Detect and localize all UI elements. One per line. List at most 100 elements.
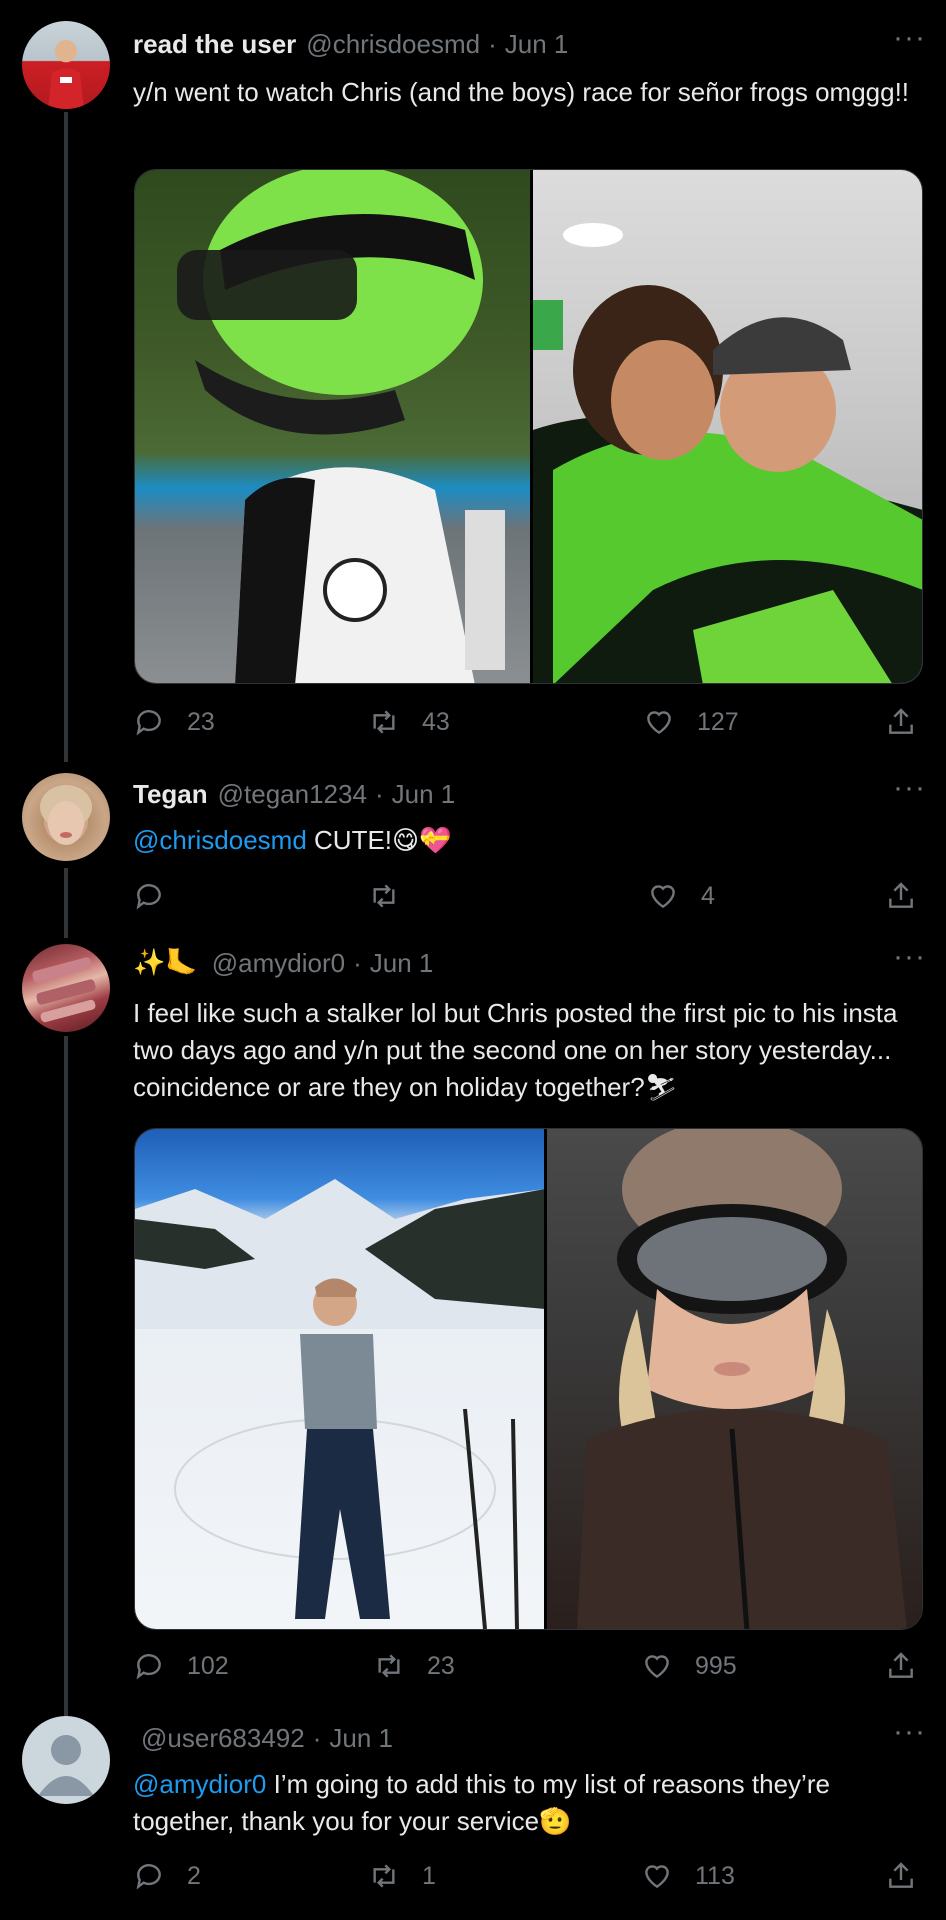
selfie-illustration — [577, 1129, 907, 1629]
like-button[interactable]: 113 — [641, 1860, 735, 1892]
retweet-count: 1 — [422, 1861, 436, 1890]
retweet-count: 43 — [422, 707, 450, 736]
share-button[interactable] — [885, 1650, 917, 1682]
tweet[interactable]: ✨🦶 @amydior0 · Jun 1 ··· I feel like suc… — [0, 940, 946, 1710]
share-button[interactable] — [885, 706, 917, 738]
tweet-header: ✨🦶 @amydior0 · Jun 1 ··· — [133, 942, 926, 981]
tweet-media[interactable] — [134, 169, 923, 684]
retweet-icon — [373, 1864, 395, 1888]
heart-icon — [645, 1655, 669, 1679]
tweet-header: @user683492 · Jun 1 ··· — [141, 1717, 926, 1756]
default-avatar-icon — [38, 1735, 94, 1796]
separator-dot: · — [353, 947, 362, 978]
ski-slope-illustration — [135, 1179, 544, 1629]
share-icon — [889, 1862, 913, 1888]
separator-dot: · — [488, 28, 497, 59]
like-count: 4 — [701, 881, 715, 910]
tweet[interactable]: read the user @chrisdoesmd · Jun 1 ··· y… — [0, 0, 946, 760]
more-options-icon[interactable]: ··· — [893, 773, 926, 803]
reply-icon — [136, 710, 161, 736]
display-name[interactable]: Tegan — [133, 779, 208, 810]
reply-icon — [136, 1864, 161, 1890]
hug-photo[interactable] — [533, 170, 922, 683]
avatar-lipgloss-icon — [32, 957, 96, 1023]
retweet-count: 23 — [427, 1651, 455, 1680]
retweet-button[interactable]: 43 — [368, 706, 450, 738]
separator-dot: · — [312, 1722, 322, 1753]
tweet-text: y/n went to watch Chris (and the boys) r… — [133, 77, 910, 107]
avatar-face-icon — [40, 785, 92, 845]
avatar[interactable] — [22, 21, 110, 109]
emoji: 😋💝 — [392, 826, 452, 856]
user-handle[interactable]: @user683492 — [141, 1723, 305, 1754]
mention-link[interactable]: @amydior0 — [133, 1769, 266, 1799]
avatar[interactable] — [22, 773, 110, 861]
tweet-actions: 4 — [133, 880, 923, 920]
like-count: 127 — [697, 707, 739, 736]
more-options-icon[interactable]: ··· — [893, 1717, 926, 1747]
retweet-icon — [378, 1654, 400, 1678]
retweet-button[interactable] — [368, 880, 422, 912]
reply-button[interactable]: 23 — [133, 706, 215, 738]
tweet[interactable]: Tegan @tegan1234 · Jun 1 ··· @chrisdoesm… — [0, 760, 946, 940]
like-button[interactable]: 4 — [647, 880, 715, 912]
reply-count: 2 — [187, 1861, 201, 1890]
retweet-button[interactable]: 23 — [373, 1650, 455, 1682]
more-options-icon[interactable]: ··· — [893, 942, 926, 972]
racer-helmet-photo[interactable] — [135, 170, 530, 683]
retweet-icon — [373, 884, 395, 908]
tweet-header: Tegan @tegan1234 · Jun 1 ··· — [133, 773, 926, 812]
display-name[interactable]: read the user — [133, 29, 296, 60]
share-icon — [889, 1652, 913, 1678]
reply-button[interactable] — [133, 880, 187, 912]
display-name[interactable]: ✨🦶 — [133, 948, 198, 978]
user-handle[interactable]: @amydior0 — [212, 948, 345, 979]
tweet-body: I feel like such a stalker lol but Chris… — [133, 998, 898, 1102]
tweet-text: @amydior0 I’m going to add this to my li… — [133, 1766, 923, 1841]
share-button[interactable] — [885, 1860, 917, 1892]
tweet-actions: 23 43 127 — [133, 706, 923, 746]
like-button[interactable]: 127 — [643, 706, 739, 738]
reply-count: 102 — [187, 1651, 229, 1680]
like-count: 995 — [695, 1651, 737, 1680]
user-handle[interactable]: @tegan1234 — [218, 779, 367, 810]
tweet-date[interactable]: Jun 1 — [392, 779, 456, 810]
separator-dot: · — [374, 778, 384, 809]
tweet-date[interactable]: Jun 1 — [370, 948, 434, 979]
retweet-icon — [373, 710, 395, 734]
tweet-text: @chrisdoesmd CUTE!😋💝 — [133, 822, 923, 860]
ski-slope-photo[interactable] — [135, 1129, 544, 1629]
reply-count: 23 — [187, 707, 215, 736]
reply-icon — [136, 884, 161, 910]
hug-photo-illustration — [533, 223, 922, 683]
tweet-date[interactable]: Jun 1 — [505, 29, 569, 60]
tweet-body: CUTE! — [314, 825, 393, 855]
avatar-figure-icon — [48, 40, 84, 109]
avatar[interactable] — [22, 1716, 110, 1804]
tweet-text: I feel like such a stalker lol but Chris… — [133, 995, 923, 1107]
share-icon — [889, 708, 913, 734]
reply-button[interactable]: 102 — [133, 1650, 229, 1682]
reply-button[interactable]: 2 — [133, 1860, 201, 1892]
share-icon — [889, 882, 913, 908]
mention-link[interactable]: @chrisdoesmd — [133, 825, 307, 855]
reply-icon — [136, 1654, 161, 1680]
tweet-actions: 2 1 113 — [133, 1860, 923, 1900]
selfie-goggles-photo[interactable] — [546, 1129, 922, 1629]
share-button[interactable] — [885, 880, 917, 912]
heart-icon — [651, 885, 675, 909]
tweet-date[interactable]: Jun 1 — [329, 1723, 393, 1754]
like-button[interactable]: 995 — [641, 1650, 737, 1682]
heart-icon — [645, 1865, 669, 1889]
heart-icon — [647, 711, 671, 735]
avatar[interactable] — [22, 944, 110, 1032]
tweet-actions: 102 23 995 — [133, 1650, 923, 1690]
retweet-button[interactable]: 1 — [368, 1860, 436, 1892]
tweet-header: read the user @chrisdoesmd · Jun 1 ··· — [133, 23, 926, 62]
tweet-media[interactable] — [134, 1128, 923, 1630]
tweet[interactable]: @user683492 · Jun 1 ··· @amydior0 I’m go… — [0, 1710, 946, 1920]
like-count: 113 — [695, 1861, 735, 1890]
emoji: 🫡 — [539, 1807, 572, 1837]
user-handle[interactable]: @chrisdoesmd — [306, 29, 480, 60]
more-options-icon[interactable]: ··· — [893, 23, 926, 53]
